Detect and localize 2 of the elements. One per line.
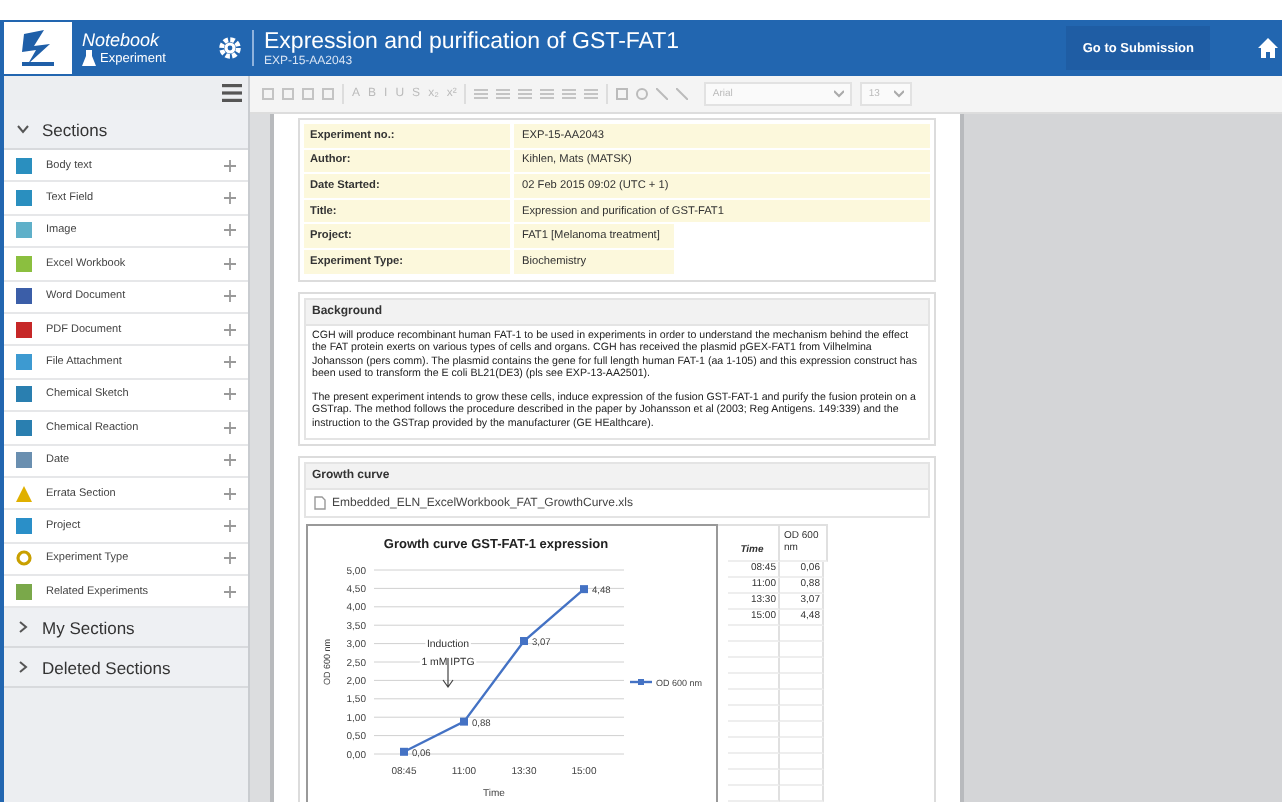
experiment-title: Expression and purification of GST-FAT1 — [264, 29, 682, 53]
app-name: Notebook — [82, 30, 162, 50]
